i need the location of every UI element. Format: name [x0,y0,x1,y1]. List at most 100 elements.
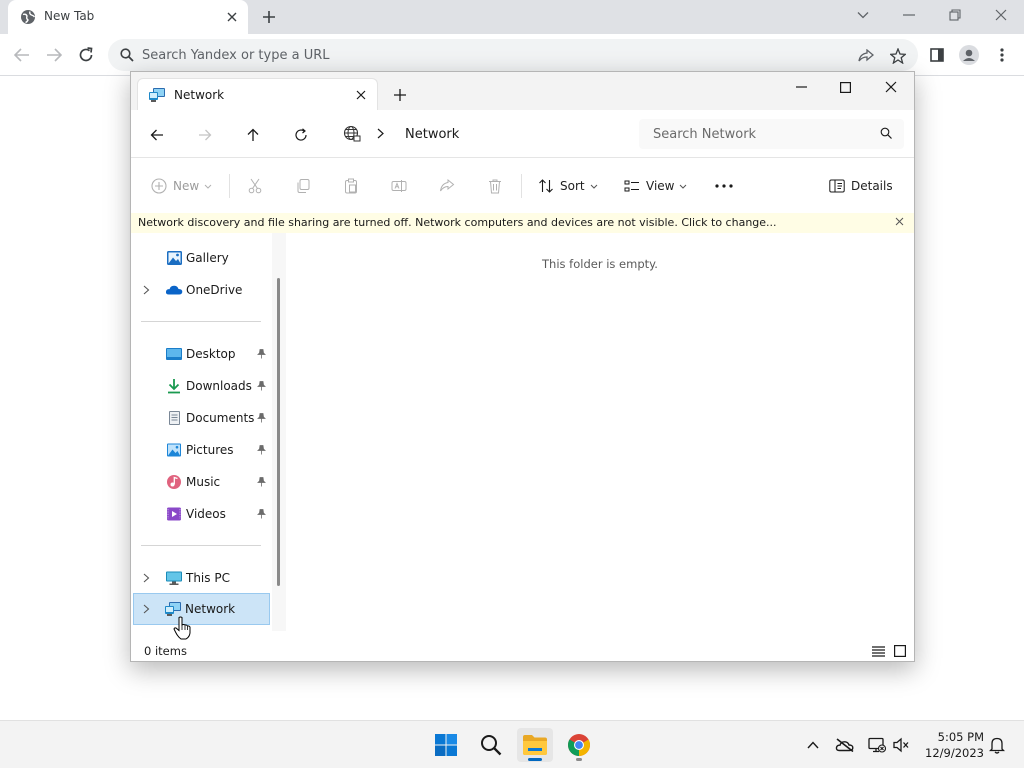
paste-button[interactable] [343,174,359,198]
explorer-search-box[interactable] [639,119,904,149]
taskbar-file-explorer[interactable] [517,728,553,762]
omnibox[interactable] [108,39,918,71]
browser-menu-button[interactable] [991,44,1013,66]
nav-item-documents[interactable]: Documents [133,403,270,433]
arrow-right-icon [47,48,62,62]
side-panel-icon [930,48,944,62]
start-button[interactable] [428,728,464,762]
explorer-maximize-button[interactable] [830,78,860,96]
network-discovery-infobar[interactable]: Network discovery and file sharing are t… [131,213,914,233]
nav-item-onedrive[interactable]: OneDrive [133,275,270,305]
share-button[interactable] [439,174,455,198]
show-hidden-icons-button[interactable] [803,736,823,754]
nav-item-network-selected[interactable]: Network [133,593,270,625]
chevron-right-icon[interactable] [143,604,150,614]
desktop-icon [165,346,183,362]
videos-icon [165,506,183,522]
nav-item-label: Documents [186,411,255,425]
browser-tab-strip: New Tab [0,0,1024,34]
explorer-search-input[interactable] [653,125,863,143]
delete-button[interactable] [487,174,503,198]
onedrive-status-icon[interactable] [835,736,855,754]
close-browser-button[interactable] [986,5,1016,25]
sort-icon [539,179,553,193]
explorer-refresh-button[interactable] [291,125,311,145]
minimize-icon [903,14,915,16]
plus-icon [263,11,275,23]
rename-button[interactable] [391,174,407,198]
clock-time: 5:05 PM [937,730,984,744]
explorer-tab-network[interactable]: Network [137,78,378,110]
chevron-right-icon[interactable] [143,285,150,295]
nav-item-this-pc[interactable]: This PC [133,563,270,593]
forward-button[interactable] [43,44,65,66]
close-icon [227,12,237,22]
sort-button[interactable]: Sort [538,174,598,198]
close-icon [356,90,366,100]
breadcrumb-item-network[interactable]: Network [405,127,459,142]
explorer-forward-button[interactable] [195,125,215,145]
search-icon [880,127,892,139]
onedrive-cloud-icon [165,282,183,298]
bookmark-star-icon[interactable] [889,47,907,65]
close-tab-button[interactable] [222,7,242,27]
details-pane-button[interactable]: Details [829,174,893,198]
chevron-right-icon[interactable] [143,573,150,583]
nav-item-pictures[interactable]: Pictures [133,435,270,465]
bell-icon [989,737,1005,754]
minimize-browser-button[interactable] [894,5,924,25]
explorer-new-tab-button[interactable] [391,86,409,104]
explorer-back-button[interactable] [147,125,167,145]
taskbar-chrome[interactable] [561,728,597,762]
details-view-button[interactable] [870,643,886,659]
reload-button[interactable] [75,44,97,66]
nav-item-desktop[interactable]: Desktop [133,339,270,369]
notifications-button[interactable] [987,736,1007,754]
share-icon[interactable] [857,47,875,65]
restore-icon [949,9,961,21]
infobar-close-icon[interactable] [895,217,904,226]
copy-button[interactable] [295,174,311,198]
large-icons-view-icon [894,645,906,657]
profile-button[interactable] [958,44,980,66]
nav-item-label: Videos [186,507,226,521]
omnibox-input[interactable] [142,45,822,65]
close-explorer-tab-button[interactable] [353,87,369,103]
network-icon [164,601,182,617]
cut-button[interactable] [247,174,263,198]
restore-browser-button[interactable] [940,5,970,25]
new-tab-button[interactable] [258,7,280,27]
back-button[interactable] [11,44,33,66]
browser-toolbar [0,34,1024,76]
navigation-scrollbar-thumb[interactable] [277,278,280,586]
nav-item-gallery[interactable]: Gallery [133,243,270,273]
network-icon [148,87,166,103]
explorer-up-button[interactable] [243,125,263,145]
cut-icon [248,178,262,194]
document-icon [165,410,183,426]
explorer-minimize-button[interactable] [786,78,816,96]
taskbar: 5:05 PM 12/9/2023 [0,720,1024,768]
nav-divider [141,321,261,322]
side-panel-button[interactable] [926,44,948,66]
tab-search-button[interactable] [848,5,878,25]
network-status-icon[interactable] [867,736,887,754]
see-more-button[interactable] [715,174,733,198]
taskbar-clock[interactable]: 5:05 PM 12/9/2023 [918,729,984,761]
details-view-icon [871,645,885,657]
nav-item-music[interactable]: Music [133,467,270,497]
tiles-view-button[interactable] [892,643,908,659]
view-button[interactable]: View [624,174,687,198]
taskbar-search-button[interactable] [473,728,509,762]
breadcrumb[interactable]: Network [337,119,632,149]
file-list-area[interactable]: This folder is empty. [286,233,914,638]
nav-item-downloads[interactable]: Downloads [133,371,270,401]
nav-item-videos[interactable]: Videos [133,499,270,529]
volume-icon[interactable] [891,736,911,754]
browser-tab-new-tab[interactable]: New Tab [8,0,248,34]
explorer-close-button[interactable] [876,78,906,96]
breadcrumb-chevron-icon[interactable] [377,128,384,139]
details-pane-icon [829,179,845,193]
new-button[interactable]: New [151,174,212,198]
close-icon [885,81,897,93]
